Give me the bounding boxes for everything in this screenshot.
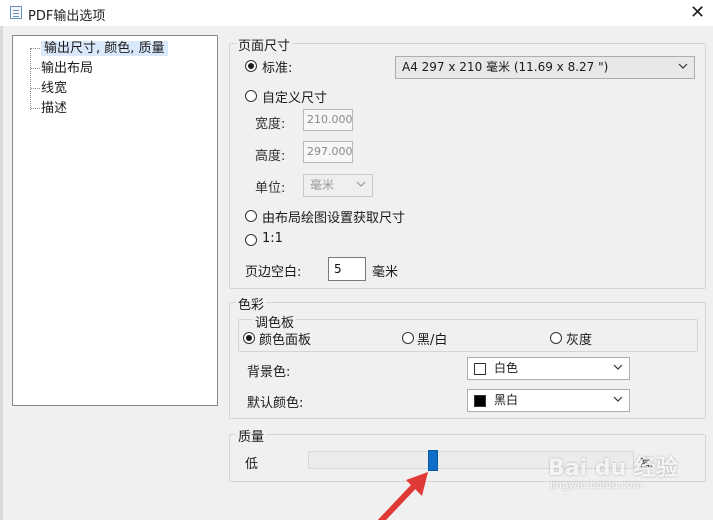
standard-size-value: A4 297 x 210 毫米 (11.69 x 8.27 ") xyxy=(402,60,609,74)
quality-low-label: 低 xyxy=(245,457,259,472)
layout-size-radio[interactable] xyxy=(245,210,257,222)
default-color-label: 默认颜色: xyxy=(247,396,304,411)
tree-item-label: 输出尺寸, 颜色, 质量 xyxy=(41,41,168,56)
close-button[interactable]: ✕ xyxy=(682,0,713,26)
margin-label: 页边空白: xyxy=(245,265,302,280)
one-to-one-radio[interactable] xyxy=(245,234,257,246)
color-legend: 色彩 xyxy=(236,294,267,313)
tree-item-label: 描述 xyxy=(41,101,68,116)
unit-select[interactable]: 毫米 xyxy=(303,174,373,197)
background-color-swatch xyxy=(474,363,486,375)
height-field[interactable]: 297.000 xyxy=(303,141,353,163)
unit-value: 毫米 xyxy=(310,178,335,192)
width-label: 宽度: xyxy=(255,117,286,132)
chevron-down-icon xyxy=(356,181,366,187)
default-color-value: 黑白 xyxy=(494,393,519,407)
quality-legend: 质量 xyxy=(236,426,267,445)
width-field[interactable]: 210.000 xyxy=(303,109,353,131)
default-color-select[interactable]: 黑白 xyxy=(467,389,630,412)
tree-item-output-size[interactable]: 输出尺寸, 颜色, 质量 xyxy=(31,39,170,58)
grayscale-label: 灰度 xyxy=(566,333,593,348)
background-color-label: 背景色: xyxy=(247,365,291,380)
baidu-watermark: Bai du 经验 jingyan.baidu.com xyxy=(548,436,698,496)
color-palette-label: 颜色面板 xyxy=(259,333,312,348)
tree-item-output-layout[interactable]: 输出布局 xyxy=(31,59,95,78)
standard-size-label: 标准: xyxy=(262,61,293,76)
tree-item-label: 线宽 xyxy=(41,81,68,96)
height-label: 高度: xyxy=(255,149,286,164)
background-color-select[interactable]: 白色 xyxy=(467,357,630,380)
background-color-value: 白色 xyxy=(494,361,519,375)
unit-label: 单位: xyxy=(255,181,286,196)
red-arrow-annotation xyxy=(377,472,428,520)
color-palette-radio[interactable] xyxy=(243,332,255,344)
title-bar xyxy=(0,0,713,26)
black-white-radio[interactable] xyxy=(402,332,414,344)
standard-size-select[interactable]: A4 297 x 210 毫米 (11.69 x 8.27 ") xyxy=(395,56,695,79)
black-white-label: 黑/白 xyxy=(417,333,448,348)
custom-size-label: 自定义尺寸 xyxy=(262,91,328,106)
tree-item-label: 输出布局 xyxy=(41,61,94,76)
options-tree: 输出尺寸, 颜色, 质量 输出布局 线宽 描述 xyxy=(12,35,218,406)
tree-item-line-width[interactable]: 线宽 xyxy=(31,79,69,98)
app-icon xyxy=(10,6,22,19)
quality-slider-thumb[interactable] xyxy=(428,450,439,471)
margin-field[interactable]: 5 xyxy=(328,257,366,281)
chevron-down-icon xyxy=(678,63,688,69)
custom-size-radio[interactable] xyxy=(245,90,257,102)
window-left-edge xyxy=(0,26,3,520)
tree-item-description[interactable]: 描述 xyxy=(31,99,69,118)
one-to-one-label: 1:1 xyxy=(262,231,283,246)
layout-size-label: 由布局绘图设置获取尺寸 xyxy=(262,211,406,226)
margin-unit-label: 毫米 xyxy=(372,265,399,280)
standard-size-radio[interactable] xyxy=(245,60,257,72)
default-color-swatch xyxy=(474,395,486,407)
grayscale-radio[interactable] xyxy=(550,332,562,344)
page-size-legend: 页面尺寸 xyxy=(236,35,293,54)
chevron-down-icon xyxy=(613,364,623,370)
page-size-group: 页面尺寸 xyxy=(229,35,706,289)
watermark-text: Bai du 经验 xyxy=(548,456,678,481)
window-title: PDF输出选项 xyxy=(28,9,106,24)
chevron-down-icon xyxy=(613,396,623,402)
watermark-subtext: jingyan.baidu.com xyxy=(550,480,643,491)
